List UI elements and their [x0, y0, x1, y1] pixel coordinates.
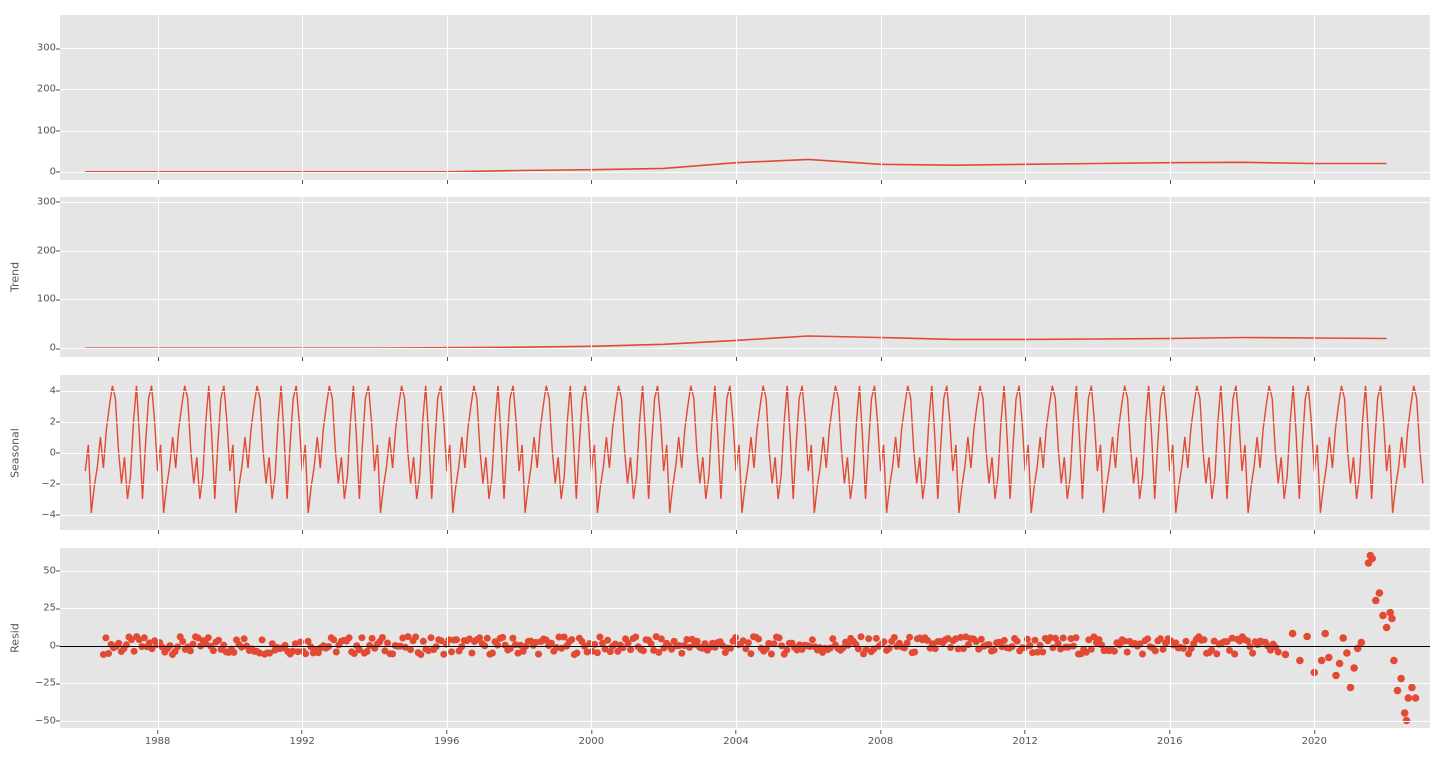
plot-area: −50−250255019881992199620002004200820122…: [60, 548, 1430, 728]
ylabel-seasonal: Seasonal: [9, 428, 22, 478]
observed-panel: 0100200300: [60, 15, 1430, 180]
trend-line: [60, 197, 1430, 357]
resid-panel: Resid −50−250255019881992199620002004200…: [60, 548, 1430, 728]
ylabel-resid: Resid: [9, 623, 22, 653]
plot-area: −4−2024: [60, 375, 1430, 530]
resid-scatter: [60, 548, 1430, 728]
plot-area: 0100200300: [60, 15, 1430, 180]
observed-line: [60, 15, 1430, 180]
plot-area: 0100200300: [60, 197, 1430, 357]
seasonal-panel: Seasonal −4−2024: [60, 375, 1430, 530]
decomposition-figure: 0100200300 Trend 0100200300 Seasonal −4−…: [5, 5, 1440, 759]
ylabel-trend: Trend: [9, 262, 22, 292]
trend-panel: Trend 0100200300: [60, 197, 1430, 357]
